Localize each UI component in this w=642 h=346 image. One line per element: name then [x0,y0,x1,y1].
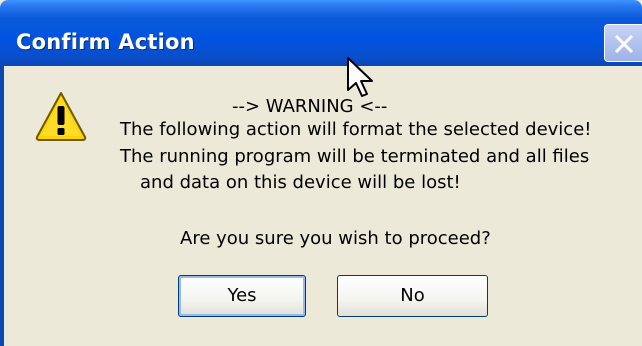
yes-button[interactable]: Yes [178,275,306,317]
close-icon [614,34,634,54]
message-line-1: The following action will format the sel… [120,119,592,140]
message-line-3: and data on this device will be lost! [140,172,461,193]
dialog-title: Confirm Action [16,30,195,54]
message-line-2: The running program will be terminated a… [120,146,590,167]
no-button[interactable]: No [337,275,488,317]
title-bar[interactable]: Confirm Action [0,0,642,66]
warning-icon [35,92,87,141]
close-button[interactable] [604,24,642,62]
question-text: Are you sure you wish to proceed? [180,228,491,249]
warning-line: --> WARNING <-- [232,96,388,117]
confirm-action-dialog: Confirm Action --> WARNING <-- The follo… [0,0,642,346]
mouse-cursor-icon [347,57,373,97]
